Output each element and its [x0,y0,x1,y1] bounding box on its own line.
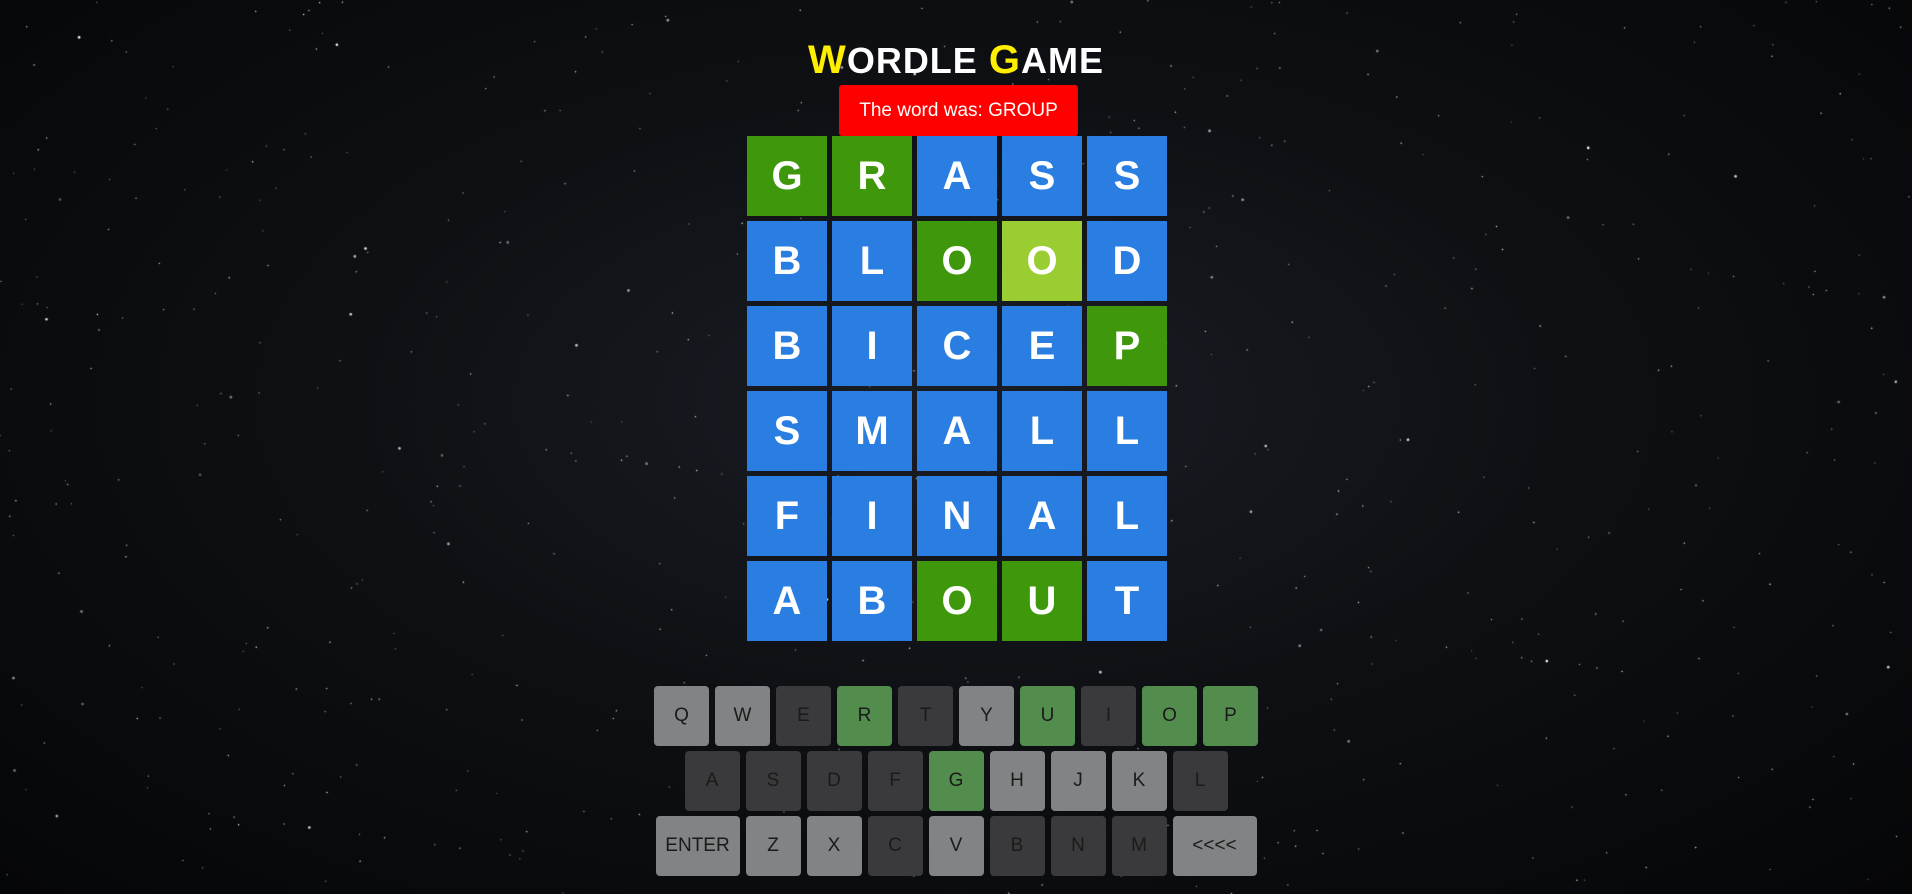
key-g[interactable]: G [928,751,984,811]
tile-r4-c4: L [1002,391,1082,471]
key-x[interactable]: X [806,816,862,876]
tile-r2-c3: O [917,221,997,301]
tile-r3-c4: E [1002,306,1082,386]
key-v[interactable]: V [928,816,984,876]
key-s[interactable]: S [745,751,801,811]
game-board: GRASSBLOODBICEPSMALLFINALABOUT [747,136,1167,641]
page-title: WORDLE GAME [0,38,1912,83]
key-n[interactable]: N [1050,816,1106,876]
key-m[interactable]: M [1111,816,1167,876]
key-u[interactable]: U [1020,686,1075,746]
tile-r5-c3: N [917,476,997,556]
tile-r5-c2: I [832,476,912,556]
tile-r3-c1: B [747,306,827,386]
tile-r5-c1: F [747,476,827,556]
on-screen-keyboard: Q W E R T Y U I O P A S D F G H J K L ENTER Z X C V B N M <<<< [0,686,1912,881]
title-part-ordle: ORDLE [846,40,989,81]
key-b[interactable]: B [989,816,1045,876]
tile-r6-c1: A [747,561,827,641]
tile-r6-c3: O [917,561,997,641]
wordle-app: WORDLE GAME The word was: GROUP GRASSBLO… [0,0,1912,894]
tile-r3-c2: I [832,306,912,386]
tile-r2-c2: L [832,221,912,301]
tile-r1-c5: S [1087,136,1167,216]
tile-r1-c4: S [1002,136,1082,216]
keyboard-row-2: ASDFGHJKL [0,751,1912,811]
key-z[interactable]: Z [745,816,801,876]
title-initial-w: W [808,38,847,82]
keyboard-row-3: ENTER Z X C V B N M <<<< [0,816,1912,876]
tile-r1-c3: A [917,136,997,216]
key-y[interactable]: Y [959,686,1014,746]
keyboard-row-1: QWERTYUIOP [0,686,1912,746]
title-part-ame: AME [1020,40,1104,81]
key-o[interactable]: O [1142,686,1197,746]
key-d[interactable]: D [806,751,862,811]
tile-r6-c2: B [832,561,912,641]
key-p[interactable]: P [1203,686,1258,746]
tile-r1-c2: R [832,136,912,216]
tile-r2-c1: B [747,221,827,301]
key-k[interactable]: K [1111,751,1167,811]
tile-r3-c5: P [1087,306,1167,386]
tile-r6-c5: T [1087,561,1167,641]
key-q[interactable]: Q [654,686,709,746]
tile-r4-c5: L [1087,391,1167,471]
tile-r5-c4: A [1002,476,1082,556]
key-l[interactable]: L [1172,751,1228,811]
tile-r4-c1: S [747,391,827,471]
tile-r4-c2: M [832,391,912,471]
backspace-key[interactable]: <<<< [1172,816,1257,876]
key-r[interactable]: R [837,686,892,746]
key-t[interactable]: T [898,686,953,746]
key-i[interactable]: I [1081,686,1136,746]
key-j[interactable]: J [1050,751,1106,811]
tile-r1-c1: G [747,136,827,216]
tile-r2-c5: D [1087,221,1167,301]
enter-key[interactable]: ENTER [655,816,740,876]
tile-r4-c3: A [917,391,997,471]
tile-r2-c4: O [1002,221,1082,301]
key-a[interactable]: A [684,751,740,811]
game-over-message: The word was: GROUP [839,85,1078,136]
tile-r5-c5: L [1087,476,1167,556]
key-c[interactable]: C [867,816,923,876]
tile-r3-c3: C [917,306,997,386]
key-f[interactable]: F [867,751,923,811]
key-w[interactable]: W [715,686,770,746]
key-e[interactable]: E [776,686,831,746]
key-h[interactable]: H [989,751,1045,811]
title-initial-g: G [988,38,1021,82]
tile-r6-c4: U [1002,561,1082,641]
